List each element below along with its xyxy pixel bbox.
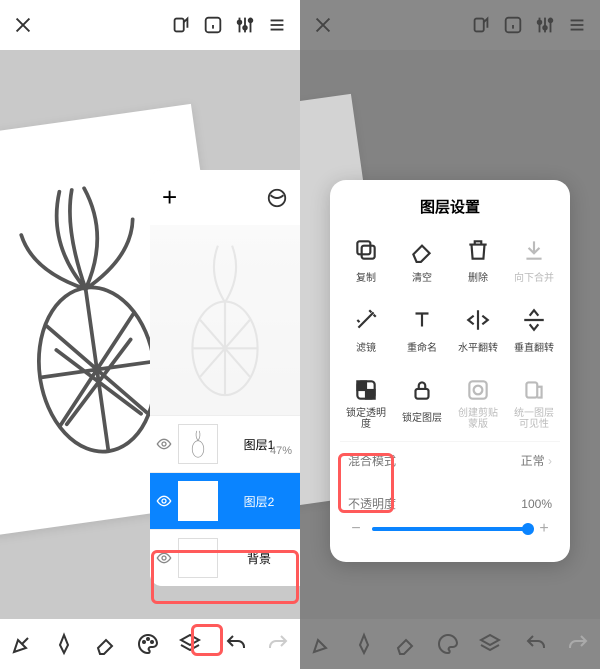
color-sphere-icon[interactable] <box>266 187 288 209</box>
menu-icon[interactable] <box>266 14 288 36</box>
chevron-right-icon: › <box>548 454 552 468</box>
flip-h-icon <box>465 307 491 333</box>
visibility-icon[interactable] <box>156 436 172 452</box>
layers-panel: + 图层1 47% 图层2 <box>150 170 300 586</box>
info-icon[interactable] <box>502 14 524 36</box>
export-icon[interactable] <box>470 14 492 36</box>
background-name: 背景 <box>224 550 294 567</box>
eraser-tool-icon[interactable] <box>94 632 118 656</box>
brush-tool-icon[interactable] <box>352 632 376 656</box>
add-layer-button[interactable]: + <box>162 182 177 213</box>
opacity-decrease[interactable]: − <box>348 520 364 538</box>
highlight-lock-alpha <box>338 453 394 513</box>
undo-icon[interactable] <box>524 632 548 656</box>
eraser-icon <box>409 237 435 263</box>
layers-icon[interactable] <box>478 632 502 656</box>
opacity-slider[interactable] <box>372 527 528 531</box>
visibility-icon[interactable] <box>156 493 172 509</box>
brush-tool-icon[interactable] <box>52 632 76 656</box>
export-icon[interactable] <box>170 14 192 36</box>
opacity-value: 100% <box>521 497 552 511</box>
pen-tool-icon[interactable] <box>10 632 34 656</box>
lock-icon <box>409 377 435 403</box>
layer-row-background[interactable]: 背景 <box>150 529 300 586</box>
unify-visibility-button: 统一图层可见性 <box>508 373 560 435</box>
merge-down-icon <box>521 237 547 263</box>
trash-icon <box>465 237 491 263</box>
wand-icon <box>353 307 379 333</box>
layer2-name: 图层2 <box>224 493 294 510</box>
checker-icon <box>353 377 379 403</box>
menu-icon[interactable] <box>566 14 588 36</box>
close-icon[interactable] <box>12 14 34 36</box>
layer1-opacity: 47% <box>270 445 292 457</box>
flip-horizontal-button[interactable]: 水平翻转 <box>452 303 504 365</box>
layers-icon[interactable] <box>178 632 202 656</box>
filter-button[interactable]: 滤镜 <box>340 303 392 365</box>
layer-row-1[interactable]: 图层1 <box>150 415 300 472</box>
opacity-increase[interactable]: + <box>536 520 552 538</box>
close-icon[interactable] <box>312 14 334 36</box>
merge-down-button: 向下合并 <box>508 233 560 295</box>
flip-vertical-button[interactable]: 垂直翻转 <box>508 303 560 365</box>
sliders-icon[interactable] <box>234 14 256 36</box>
flip-v-icon <box>521 307 547 333</box>
redo-icon[interactable] <box>266 632 290 656</box>
panel-title: 图层设置 <box>340 196 560 217</box>
layer-preview <box>150 225 300 415</box>
pen-tool-icon[interactable] <box>310 632 334 656</box>
eraser-tool-icon[interactable] <box>394 632 418 656</box>
visibility-icon[interactable] <box>156 550 172 566</box>
copy-icon <box>353 237 379 263</box>
layer-row-2[interactable]: 图层2 <box>150 472 300 529</box>
redo-icon[interactable] <box>566 632 590 656</box>
blend-mode-value: 正常 <box>521 454 545 468</box>
sliders-icon[interactable] <box>534 14 556 36</box>
lock-alpha-button[interactable]: 锁定透明度 <box>340 373 392 435</box>
info-icon[interactable] <box>202 14 224 36</box>
delete-button[interactable]: 删除 <box>452 233 504 295</box>
layers-vis-icon <box>521 377 547 403</box>
rename-button[interactable]: 重命名 <box>396 303 448 365</box>
text-icon <box>409 307 435 333</box>
clear-button[interactable]: 清空 <box>396 233 448 295</box>
clip-mask-icon <box>465 377 491 403</box>
lock-layer-button[interactable]: 锁定图层 <box>396 373 448 435</box>
clip-mask-button: 创建剪贴蒙版 <box>452 373 504 435</box>
undo-icon[interactable] <box>224 632 248 656</box>
palette-icon[interactable] <box>136 632 160 656</box>
copy-button[interactable]: 复制 <box>340 233 392 295</box>
palette-icon[interactable] <box>436 632 460 656</box>
